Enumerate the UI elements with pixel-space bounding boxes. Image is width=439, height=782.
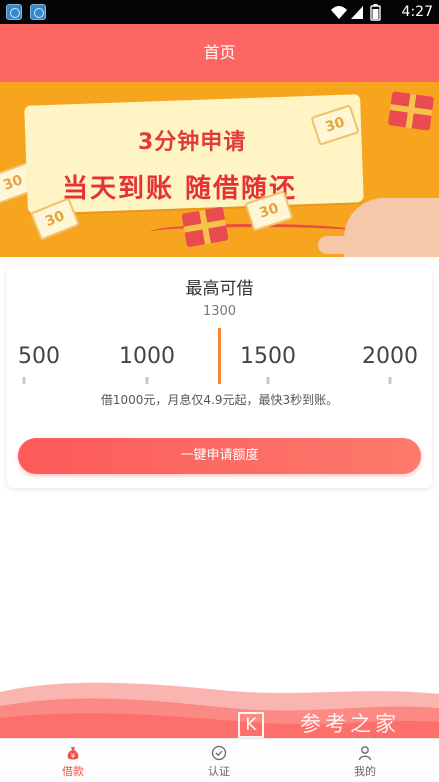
- max-loan-label: 最高可借: [185, 279, 254, 299]
- tab-label: 借款: [62, 765, 84, 778]
- page-title: 首页: [203, 43, 236, 62]
- promo-banner[interactable]: 30 3分钟申请 当天到账 随借随还 30 30 30: [0, 82, 439, 257]
- tab-label: 我的: [354, 765, 376, 778]
- selected-amount: 1300: [202, 304, 237, 319]
- tab-profile[interactable]: 我的: [292, 739, 438, 782]
- loan-card: 最高可借 1300 500 1000 1500 2000 借1000元，月息仅4…: [7, 266, 432, 488]
- signal-icon: [351, 6, 363, 19]
- slider-cursor[interactable]: [218, 328, 221, 384]
- tab-verify[interactable]: 认证: [146, 739, 292, 782]
- svg-text:¥: ¥: [71, 752, 76, 760]
- ruler-tick: [145, 377, 149, 384]
- ruler-tick: [388, 377, 392, 384]
- system-status-icons: [331, 4, 381, 21]
- gift-icon: [387, 91, 435, 131]
- app-notification-icon: [6, 4, 22, 20]
- app-header: 首页: [0, 24, 439, 82]
- ruler-label: 1000: [119, 344, 175, 369]
- loan-note: 借1000元，月息仅4.9元起，最快3秒到账。: [100, 393, 339, 407]
- amount-slider[interactable]: 500 1000 1500 2000: [0, 328, 439, 388]
- apply-credit-button[interactable]: 一键申请额度: [18, 438, 421, 474]
- app-notification-icon: [30, 4, 46, 20]
- status-time: 4:27: [401, 4, 433, 20]
- banner-headline: 3分钟申请: [138, 130, 247, 155]
- watermark-logo: K: [238, 712, 264, 738]
- ruler-label: 1500: [240, 344, 296, 369]
- tab-loan[interactable]: ¥ 借款: [0, 739, 146, 782]
- user-icon: [358, 746, 372, 761]
- tab-label: 认证: [208, 765, 230, 778]
- bottom-tab-bar: ¥ 借款 认证 我的: [0, 738, 439, 782]
- ruler-tick: [22, 377, 26, 384]
- gift-icon: [181, 206, 229, 248]
- ruler-tick: [266, 377, 270, 384]
- wifi-icon: [331, 6, 347, 19]
- ruler-label: 500: [18, 344, 60, 369]
- battery-icon: [370, 4, 381, 21]
- status-bar: 4:27: [0, 0, 439, 24]
- money-bag-icon: ¥: [67, 747, 79, 760]
- verify-icon: [211, 745, 227, 761]
- ruler-label: 2000: [362, 344, 418, 369]
- hand-finger-illustration: [318, 236, 368, 254]
